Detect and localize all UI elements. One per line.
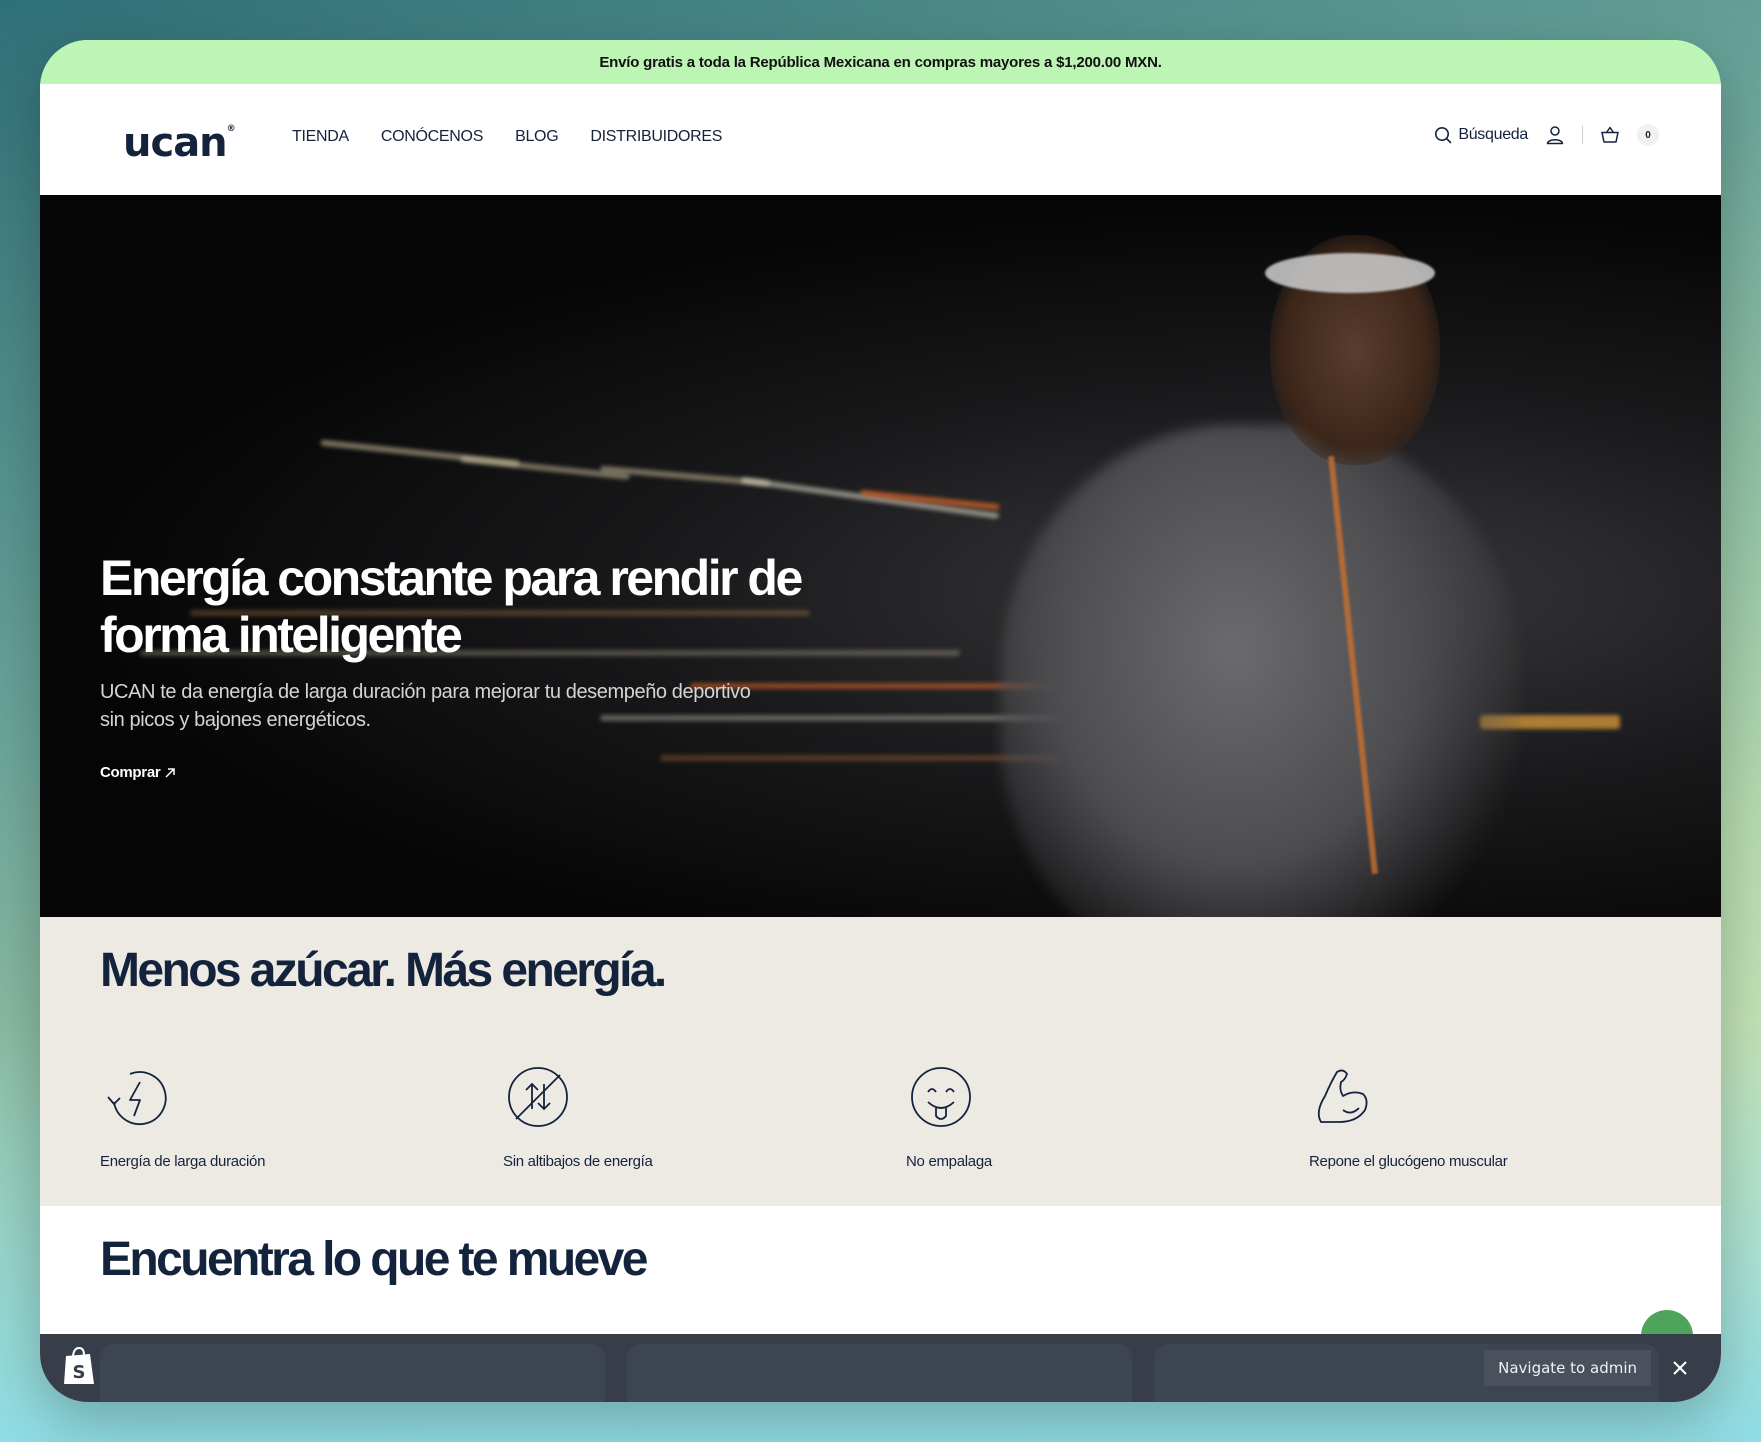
navigate-to-admin-button[interactable]: Navigate to admin xyxy=(1484,1350,1651,1386)
shopify-bag-icon[interactable]: S xyxy=(62,1346,96,1386)
search-icon xyxy=(1435,127,1452,144)
collection-card[interactable] xyxy=(100,1344,605,1402)
header-actions: Búsqueda 0 xyxy=(1434,122,1659,148)
runner-figure xyxy=(1000,425,1520,917)
main-nav: TIENDA CONÓCENOS BLOG DISTRIBUIDORES xyxy=(292,128,722,146)
shopify-admin-bar: S Navigate to admin xyxy=(40,1334,1721,1402)
search-button[interactable]: Búsqueda xyxy=(1434,126,1528,144)
collection-card[interactable] xyxy=(627,1344,1132,1402)
benefit-item: Energía de larga duración xyxy=(100,1062,460,1170)
navigate-to-admin-label: Navigate to admin xyxy=(1498,1359,1637,1377)
close-icon[interactable] xyxy=(1671,1359,1689,1377)
find-heading: Encuentra lo que te mueve xyxy=(100,1233,648,1286)
nav-item-blog[interactable]: BLOG xyxy=(515,128,559,146)
hero-content: Energía constante para rendir de forma i… xyxy=(100,550,860,782)
benefits-section: Menos azúcar. Más energía. Energía de la… xyxy=(40,917,1721,1206)
account-button[interactable] xyxy=(1542,122,1568,148)
benefit-item: Sin altibajos de energía xyxy=(503,1062,863,1170)
hero-subtitle: UCAN te da energía de larga duración par… xyxy=(100,681,751,731)
benefit-label: Energía de larga duración xyxy=(100,1153,266,1170)
benefit-label: Repone el glucógeno muscular xyxy=(1309,1153,1508,1170)
nav-item-conocenos[interactable]: CONÓCENOS xyxy=(381,128,484,146)
cart-button[interactable] xyxy=(1597,122,1623,148)
site-header: ucan® TIENDA CONÓCENOS BLOG DISTRIBUIDOR… xyxy=(40,84,1721,195)
logo-text: ucan xyxy=(123,120,228,166)
runner-headband xyxy=(1265,253,1435,293)
nav-item-tienda[interactable]: TIENDA xyxy=(292,128,349,146)
benefit-item: Repone el glucógeno muscular xyxy=(1309,1062,1669,1170)
up-down-arrows-icon xyxy=(508,1067,568,1127)
cart-count-badge: 0 xyxy=(1637,124,1659,146)
browser-window: Envío gratis a toda la República Mexican… xyxy=(40,40,1721,1402)
find-section: Encuentra lo que te mueve xyxy=(40,1206,1721,1334)
hero-banner: Energía constante para rendir de forma i… xyxy=(40,195,1721,917)
search-label: Búsqueda xyxy=(1458,126,1528,143)
ucan-logo[interactable]: ucan® xyxy=(123,120,236,166)
hero-title: Energía constante para rendir de forma i… xyxy=(100,550,803,663)
light-streak xyxy=(740,476,1000,520)
announcement-text: Envío gratis a toda la República Mexican… xyxy=(599,53,1162,71)
user-icon xyxy=(1546,126,1564,145)
svg-text:S: S xyxy=(73,1362,86,1383)
header-divider xyxy=(1582,126,1583,144)
shop-button-label: Comprar xyxy=(100,764,161,781)
benefit-label: No empalaga xyxy=(906,1153,992,1170)
benefit-label: Sin altibajos de energía xyxy=(503,1153,653,1170)
benefit-item: No empalaga xyxy=(906,1062,1266,1170)
basket-icon xyxy=(1601,126,1619,143)
flexed-arm-icon xyxy=(1317,1069,1368,1123)
nav-item-distribuidores[interactable]: DISTRIBUIDORES xyxy=(590,128,722,146)
energy-cycle-icon xyxy=(107,1071,167,1126)
arrow-up-right-icon xyxy=(165,767,176,778)
benefits-heading: Menos azúcar. Más energía. xyxy=(100,944,667,997)
shop-button[interactable]: Comprar xyxy=(100,764,176,781)
smiley-tongue-icon xyxy=(911,1067,971,1127)
announcement-bar: Envío gratis a toda la República Mexican… xyxy=(40,40,1721,84)
